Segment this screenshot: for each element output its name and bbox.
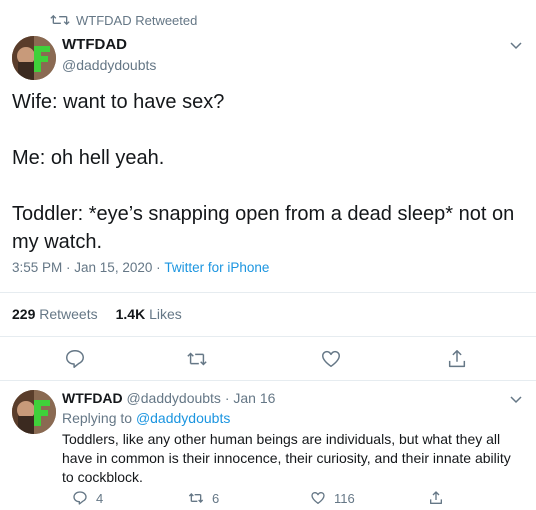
tweet-time[interactable]: 3:55 PM [12,260,62,275]
meta-separator: · [62,260,75,275]
retweet-action[interactable]: 6 [188,490,219,506]
retweets-count: 229 [12,306,36,322]
tweet-stats: 229 Retweets 1.4K Likes [12,306,182,322]
reply-action[interactable]: 4 [72,490,103,506]
like-count: 116 [334,490,355,506]
meta-separator: · [152,260,165,275]
retweet-count: 6 [212,490,220,506]
replying-to: Replying to @daddydoubts [62,410,230,426]
avatar-image [12,390,56,434]
retweet-icon [188,493,204,503]
divider [0,292,536,293]
reply-icon [73,491,87,505]
replying-prefix: Replying to [62,410,136,426]
likes-label: Likes [149,306,182,322]
author-handle[interactable]: @daddydoubts [62,56,156,74]
retweeted-by-label: WTFDAD Retweeted [76,12,198,28]
retweet-icon [50,14,70,26]
share-icon[interactable] [446,348,468,370]
reply-handle-date[interactable]: @daddydoubts · Jan 16 [123,390,276,406]
avatar[interactable] [12,36,56,80]
tweet-meta: 3:55 PM · Jan 15, 2020 · Twitter for iPh… [12,260,269,275]
chevron-down-icon[interactable] [510,42,522,50]
retweets-stat[interactable]: 229 Retweets [12,306,98,322]
reply-header: WTFDAD @daddydoubts · Jan 16 [62,390,275,406]
tweet-text: Wife: want to have sex? Me: oh hell yeah… [12,88,524,256]
tweet-line: Wife: want to have sex? [12,91,225,113]
share-icon [430,491,442,504]
likes-count: 1.4K [115,306,146,322]
heart-icon[interactable] [320,348,342,370]
reply-actions: 4 6 116 [62,490,522,510]
heart-icon [311,492,325,504]
tweet-source[interactable]: Twitter for iPhone [164,260,269,275]
likes-stat[interactable]: 1.4K Likes [116,306,182,322]
author-name[interactable]: WTFDAD [62,36,156,54]
reply-count: 4 [96,490,104,506]
reply-avatar[interactable] [12,390,56,434]
retweeted-by-bar[interactable]: WTFDAD Retweeted [20,10,197,30]
tweet-actions [0,344,536,376]
tweet-line: Me: oh hell yeah. [12,147,165,169]
retweet-icon[interactable] [186,348,208,370]
replying-handle[interactable]: @daddydoubts [136,410,230,426]
chevron-down-icon[interactable] [510,396,522,404]
like-action[interactable]: 116 [310,490,355,506]
share-action[interactable] [428,490,444,506]
avatar-image [12,36,56,80]
tweet-line: Toddler: *eye’s snapping open from a dea… [12,203,515,253]
reply-text: Toddlers, like any other human beings ar… [62,431,511,485]
reply-icon[interactable] [64,348,86,370]
reply-author-name[interactable]: WTFDAD [62,390,123,406]
divider [0,336,536,337]
tweet-date[interactable]: Jan 15, 2020 [74,260,152,275]
divider [0,380,536,381]
retweets-label: Retweets [39,306,98,322]
